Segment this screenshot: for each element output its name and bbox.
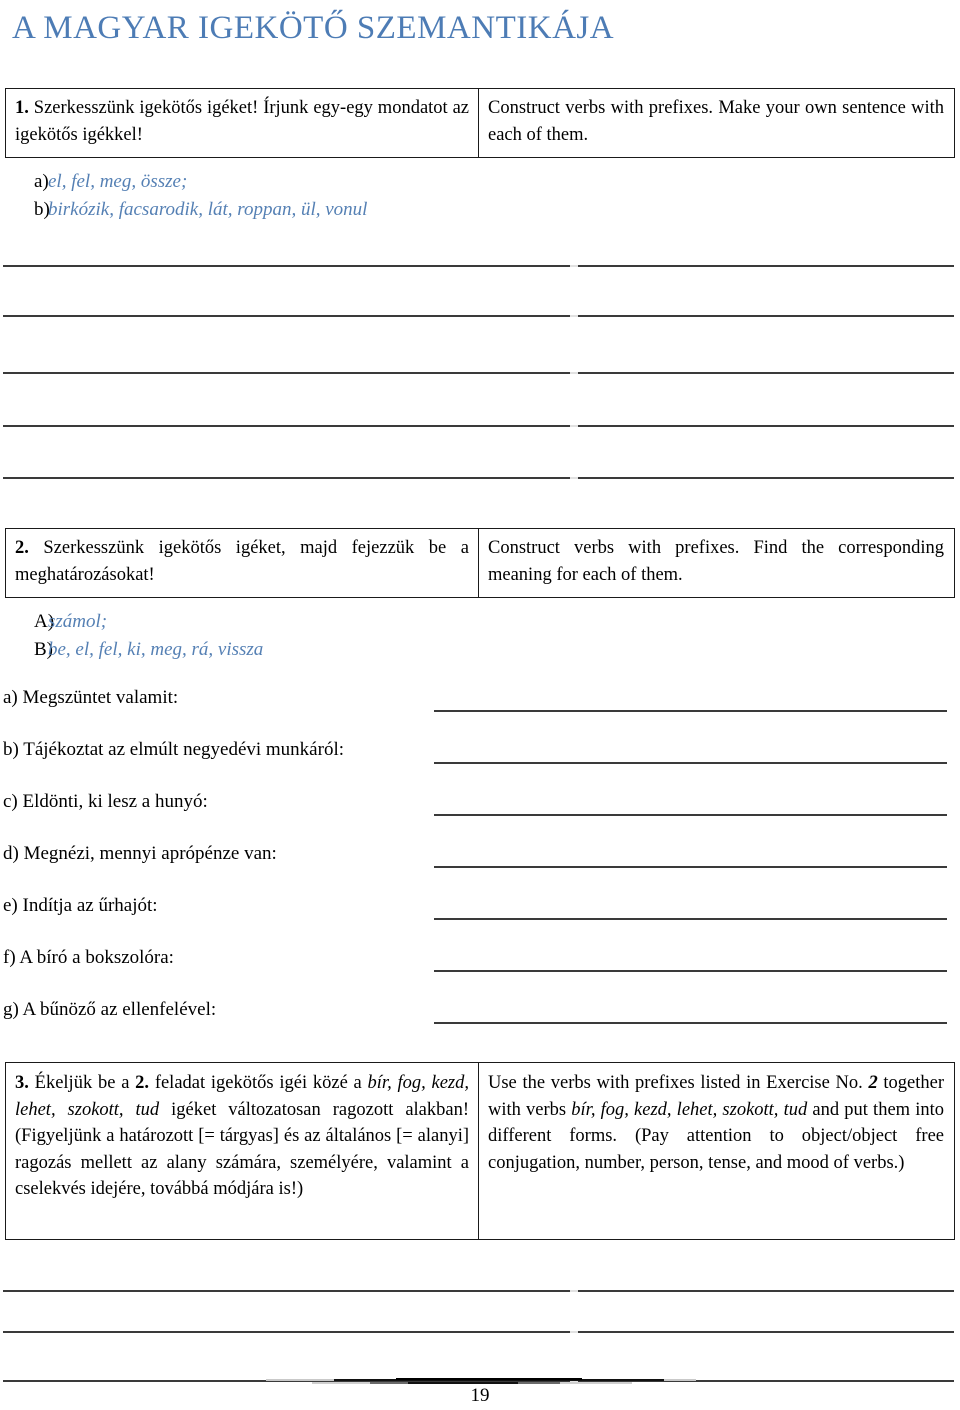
writing-line bbox=[3, 372, 954, 374]
text-run: 2. bbox=[135, 1073, 150, 1093]
meaning-answer-line[interactable] bbox=[434, 710, 947, 712]
list-item: b) birkózik, facsarodik, lát, roppan, ül… bbox=[0, 196, 520, 224]
prompt-marker: a) bbox=[34, 171, 49, 192]
meaning-answer-line[interactable] bbox=[434, 866, 947, 868]
prompt-marker: b) bbox=[34, 199, 50, 220]
footer-divider bbox=[266, 1378, 696, 1384]
meaning-item: g) A bűnöző az ellenfelével: bbox=[3, 996, 957, 1024]
meaning-item-label: c) Eldönti, ki lesz a hunyó: bbox=[3, 791, 208, 812]
meaning-item: a) Megszüntet valamit: bbox=[3, 684, 957, 712]
exercise-1-hungarian-text: Szerkesszünk igekötős igéket! Írjunk egy… bbox=[15, 98, 470, 145]
exercise-1-table: 1. Szerkesszünk igekötős igéket! Írjunk … bbox=[5, 88, 955, 158]
text-run: Use the verbs with prefixes listed in Ex… bbox=[488, 1073, 869, 1093]
meaning-answer-line[interactable] bbox=[434, 918, 947, 920]
meaning-answer-line[interactable] bbox=[434, 762, 947, 764]
scan-seam bbox=[570, 265, 578, 267]
text-run: bír, fog, kezd, lehet, szokott, tud bbox=[571, 1099, 808, 1120]
meaning-answer-line[interactable] bbox=[434, 970, 947, 972]
scan-seam bbox=[570, 425, 578, 427]
meaning-item: e) Indítja az űrhajót: bbox=[3, 892, 957, 920]
exercise-2-hungarian-cell: 2. Szerkesszünk igekötős igéket, majd fe… bbox=[6, 529, 479, 597]
prompt-text: számol; bbox=[48, 611, 108, 632]
writing-line bbox=[3, 265, 954, 267]
exercise-1-hungarian-cell: 1. Szerkesszünk igekötős igéket! Írjunk … bbox=[6, 89, 479, 157]
exercise-3-number: 3. bbox=[15, 1073, 29, 1093]
writing-line bbox=[3, 1290, 954, 1292]
meaning-item: d) Megnézi, mennyi aprópénze van: bbox=[3, 840, 957, 868]
prompt-text: el, fel, meg, össze; bbox=[48, 171, 188, 192]
document-page: A MAGYAR IGEKÖTŐ SZEMANTIKÁJA 1. Szerkes… bbox=[0, 0, 960, 1410]
exercise-2-english-text: Construct verbs with prefixes. Find the … bbox=[488, 538, 944, 585]
exercise-3-table: 3. Ékeljük be a 2. feladat igekötős igéi… bbox=[5, 1062, 955, 1240]
exercise-3-english-cell: Use the verbs with prefixes listed in Ex… bbox=[479, 1063, 953, 1239]
exercise-2-table: 2. Szerkesszünk igekötős igéket, majd fe… bbox=[5, 528, 955, 598]
meaning-item: f) A bíró a bokszolóra: bbox=[3, 944, 957, 972]
meaning-item-label: a) Megszüntet valamit: bbox=[3, 687, 179, 708]
exercise-2-hungarian-text: Szerkesszünk igekötős igéket, majd fejez… bbox=[15, 538, 469, 585]
text-run: 2 bbox=[868, 1073, 878, 1093]
meaning-answer-line[interactable] bbox=[434, 814, 947, 816]
exercise-3-hungarian-cell: 3. Ékeljük be a 2. feladat igekötős igéi… bbox=[6, 1063, 479, 1239]
exercise-1-prompt-list: a) el, fel, meg, össze; b) birkózik, fac… bbox=[0, 168, 520, 224]
exercise-1-english-cell: Construct verbs with prefixes. Make your… bbox=[479, 89, 953, 157]
meaning-item: c) Eldönti, ki lesz a hunyó: bbox=[3, 788, 957, 816]
prompt-text: be, el, fel, ki, meg, rá, vissza bbox=[48, 639, 264, 660]
page-number: 19 bbox=[470, 1385, 490, 1406]
scan-seam bbox=[570, 372, 578, 374]
meaning-item-label: f) A bíró a bokszolóra: bbox=[3, 947, 174, 968]
meaning-item: b) Tájékoztat az elmúlt negyedévi munkár… bbox=[3, 736, 957, 764]
prompt-marker: A) bbox=[34, 611, 55, 632]
meaning-item-label: d) Megnézi, mennyi aprópénze van: bbox=[3, 843, 277, 864]
meaning-answer-line[interactable] bbox=[434, 1022, 947, 1024]
scan-seam bbox=[570, 315, 578, 317]
writing-line bbox=[3, 1331, 954, 1333]
meaning-item-label: e) Indítja az űrhajót: bbox=[3, 895, 158, 916]
scan-seam bbox=[570, 1331, 578, 1333]
list-item: A) számol; bbox=[0, 608, 520, 636]
page-title: A MAGYAR IGEKÖTŐ SZEMANTIKÁJA bbox=[12, 10, 615, 46]
exercise-1-number: 1. bbox=[15, 98, 29, 118]
scan-seam bbox=[570, 1290, 578, 1292]
meaning-item-label: g) A bűnöző az ellenfelével: bbox=[3, 999, 217, 1020]
exercise-1-english-text: Construct verbs with prefixes. Make your… bbox=[488, 98, 944, 145]
text-run: feladat igekötős igéi közé a bbox=[149, 1073, 368, 1093]
exercise-2-english-cell: Construct verbs with prefixes. Find the … bbox=[479, 529, 953, 597]
scan-seam bbox=[570, 477, 578, 479]
exercise-2-prompt-list: A) számol; B) be, el, fel, ki, meg, rá, … bbox=[0, 608, 520, 664]
text-run: Ékeljük be a bbox=[34, 1073, 136, 1093]
writing-line bbox=[3, 425, 954, 427]
exercise-3-english-text: Use the verbs with prefixes listed in Ex… bbox=[488, 1073, 944, 1173]
list-item: a) el, fel, meg, össze; bbox=[0, 168, 520, 196]
prompt-text: birkózik, facsarodik, lát, roppan, ül, v… bbox=[48, 199, 368, 220]
list-item: B) be, el, fel, ki, meg, rá, vissza bbox=[0, 636, 520, 664]
meaning-item-label: b) Tájékoztat az elmúlt negyedévi munkár… bbox=[3, 739, 344, 760]
exercise-3-hungarian-text: Ékeljük be a 2. feladat igekötős igéi kö… bbox=[15, 1073, 469, 1199]
writing-line bbox=[3, 315, 954, 317]
exercise-2-number: 2. bbox=[15, 538, 29, 558]
prompt-marker: B) bbox=[34, 639, 53, 660]
writing-line bbox=[3, 477, 954, 479]
